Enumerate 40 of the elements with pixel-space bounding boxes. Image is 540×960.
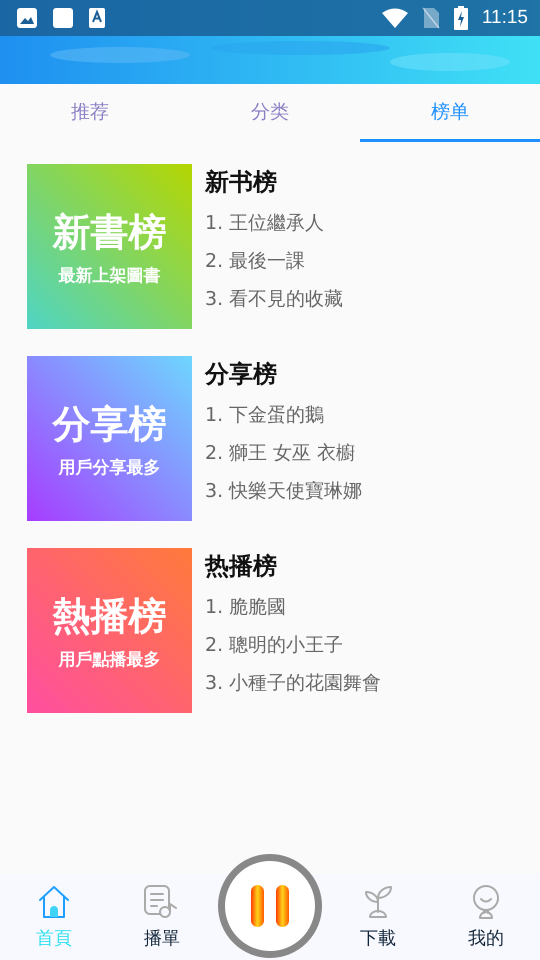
chart-cover[interactable]: 熱播榜 用戶點播最多 [27,548,192,713]
nav-label: 首頁 [36,927,72,950]
wifi-icon [382,8,408,28]
cover-subtitle: 用戶點播最多 [58,648,160,670]
battery-charging-icon [454,6,468,30]
tab[interactable]: 推荐 [0,84,180,142]
nav-item[interactable]: 播單 [108,874,216,960]
cover-subtitle: 最新上架圖書 [58,264,160,286]
chart-cover[interactable]: 分享榜 用戶分享最多 [27,356,192,521]
book-entry[interactable]: 3. 小種子的花園舞會 [205,664,382,702]
book-entry[interactable]: 2. 獅王 女巫 衣櫥 [205,434,362,472]
book-entry[interactable]: 1. 下金蛋的鵝 [205,396,362,434]
cover-title: 熱播榜 [52,592,166,640]
chart-title[interactable]: 热播榜 [205,550,382,582]
book-entry[interactable]: 2. 聰明的小王子 [205,626,382,664]
cover-title: 新書榜 [52,208,166,256]
tab[interactable]: 榜单 [360,84,540,142]
sprout-icon [362,884,394,920]
book-entry[interactable]: 3. 快樂天使寶琳娜 [205,472,362,510]
nav-label: 下載 [360,927,396,950]
no-sim-icon [422,7,440,29]
cover-title: 分享榜 [52,400,166,448]
chart-title[interactable]: 新书榜 [205,166,344,198]
nav-item[interactable]: 下載 [324,874,432,960]
smiley-icon [470,884,502,920]
nav-label: 播單 [144,927,180,950]
square-icon [52,7,74,29]
chart-title[interactable]: 分享榜 [205,358,362,390]
book-entry[interactable]: 2. 最後一課 [205,242,344,280]
image-icon [16,7,38,29]
cover-subtitle: 用戶分享最多 [58,456,160,478]
font-icon [88,7,106,29]
book-entry[interactable]: 1. 王位繼承人 [205,204,344,242]
status-time: 11:15 [482,7,528,29]
tab[interactable]: 分类 [180,84,360,142]
book-entry[interactable]: 1. 脆脆國 [205,588,382,626]
home-icon [37,884,71,920]
book-entry[interactable]: 3. 看不見的收藏 [205,280,344,318]
nav-item[interactable]: 我的 [432,874,540,960]
nav-label: 我的 [468,927,504,950]
